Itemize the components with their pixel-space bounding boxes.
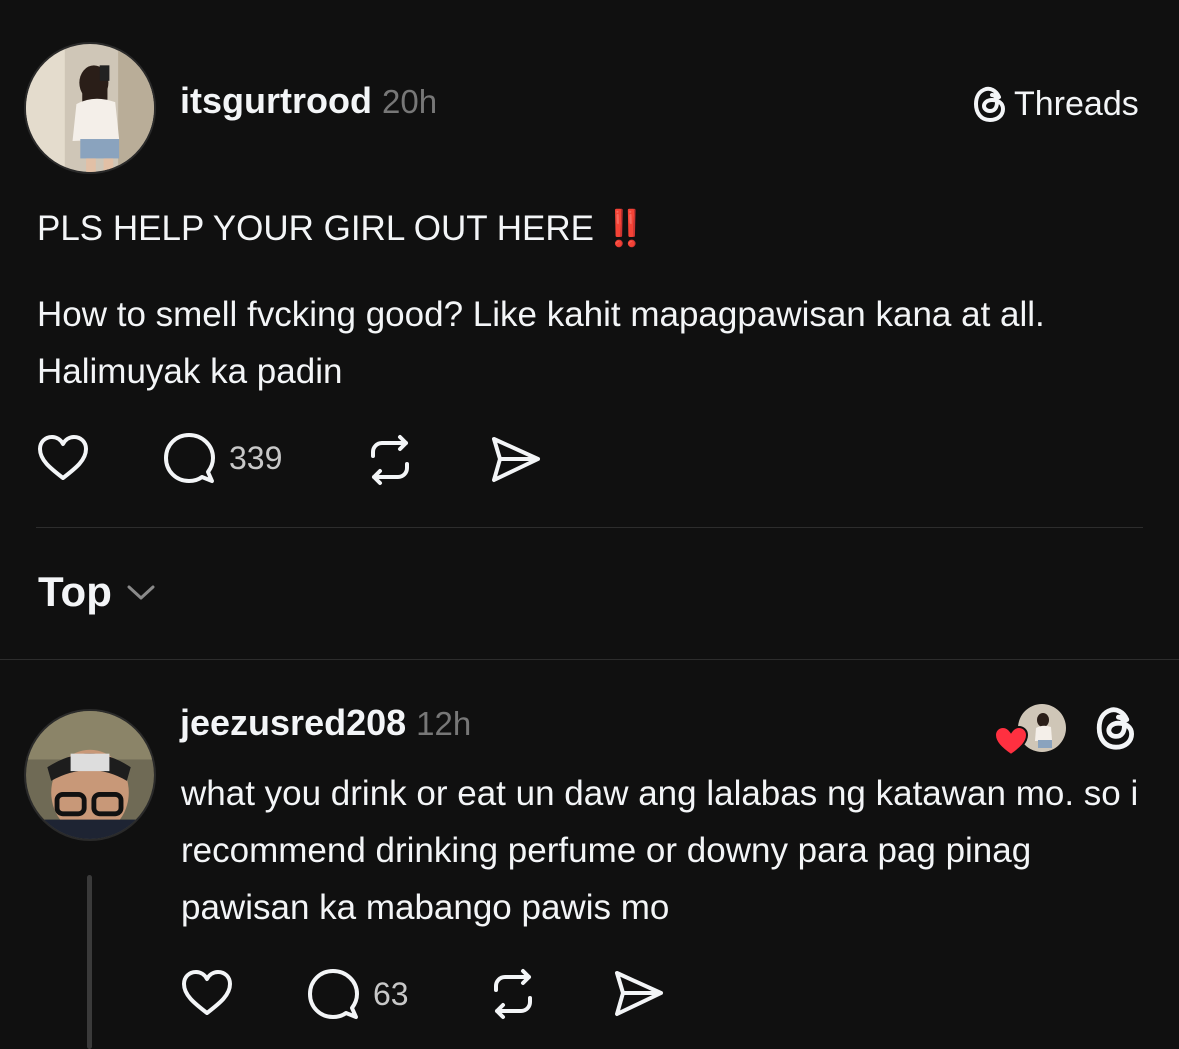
heart-icon bbox=[182, 970, 232, 1015]
double-exclamation-emoji: ‼️ bbox=[603, 209, 648, 248]
repost-button[interactable] bbox=[364, 434, 416, 486]
section-divider bbox=[0, 659, 1179, 660]
post-divider bbox=[36, 527, 1143, 528]
send-icon bbox=[615, 971, 663, 1016]
avatar-photo bbox=[26, 44, 154, 172]
threads-logo-icon bbox=[972, 84, 1008, 124]
reply-reply-count: 63 bbox=[373, 975, 409, 1012]
reply-author-avatar[interactable] bbox=[24, 709, 156, 841]
post-username[interactable]: itsgurtrood bbox=[180, 80, 372, 121]
sort-label: Top bbox=[38, 568, 112, 615]
post-headline-text: PLS HELP YOUR GIRL OUT HERE bbox=[37, 209, 594, 248]
send-icon bbox=[492, 437, 540, 482]
reply-repost-button[interactable] bbox=[487, 968, 539, 1020]
thread-line bbox=[87, 875, 92, 1049]
repost-icon bbox=[371, 435, 409, 485]
chevron-down-icon bbox=[126, 582, 156, 602]
reply-text: what you drink or eat un daw ang lalabas… bbox=[181, 774, 1139, 927]
post-headline: PLS HELP YOUR GIRL OUT HERE ‼️ bbox=[37, 200, 647, 257]
liked-heart-icon bbox=[993, 725, 1029, 757]
reply-share-button[interactable] bbox=[613, 968, 665, 1020]
post-author-avatar[interactable] bbox=[24, 42, 156, 174]
reply-timestamp: 12h bbox=[416, 705, 472, 742]
threads-brand-label: Threads bbox=[1014, 84, 1139, 123]
comment-icon bbox=[307, 968, 359, 1020]
reply-comment-button[interactable]: 63 bbox=[307, 968, 409, 1020]
post-body: How to smell fvcking good? Like kahit ma… bbox=[37, 295, 1045, 391]
like-button[interactable] bbox=[36, 433, 90, 483]
heart-icon bbox=[38, 435, 88, 480]
post-reply-count: 339 bbox=[229, 439, 283, 476]
share-button[interactable] bbox=[490, 434, 542, 486]
reply-header: jeezusred208 12h bbox=[180, 702, 471, 744]
comment-icon bbox=[163, 432, 215, 484]
post-timestamp: 20h bbox=[381, 83, 438, 120]
sort-dropdown[interactable]: Top bbox=[38, 568, 156, 616]
comment-button[interactable]: 339 bbox=[163, 432, 282, 484]
reply-like-button[interactable] bbox=[180, 968, 234, 1018]
reply-username[interactable]: jeezusred208 bbox=[180, 702, 406, 743]
repost-icon bbox=[494, 969, 532, 1019]
avatar-photo bbox=[26, 711, 154, 839]
threads-brand[interactable]: Threads bbox=[972, 84, 1139, 124]
threads-logo-icon[interactable] bbox=[1094, 704, 1138, 752]
post-header: itsgurtrood 20h bbox=[180, 80, 437, 122]
